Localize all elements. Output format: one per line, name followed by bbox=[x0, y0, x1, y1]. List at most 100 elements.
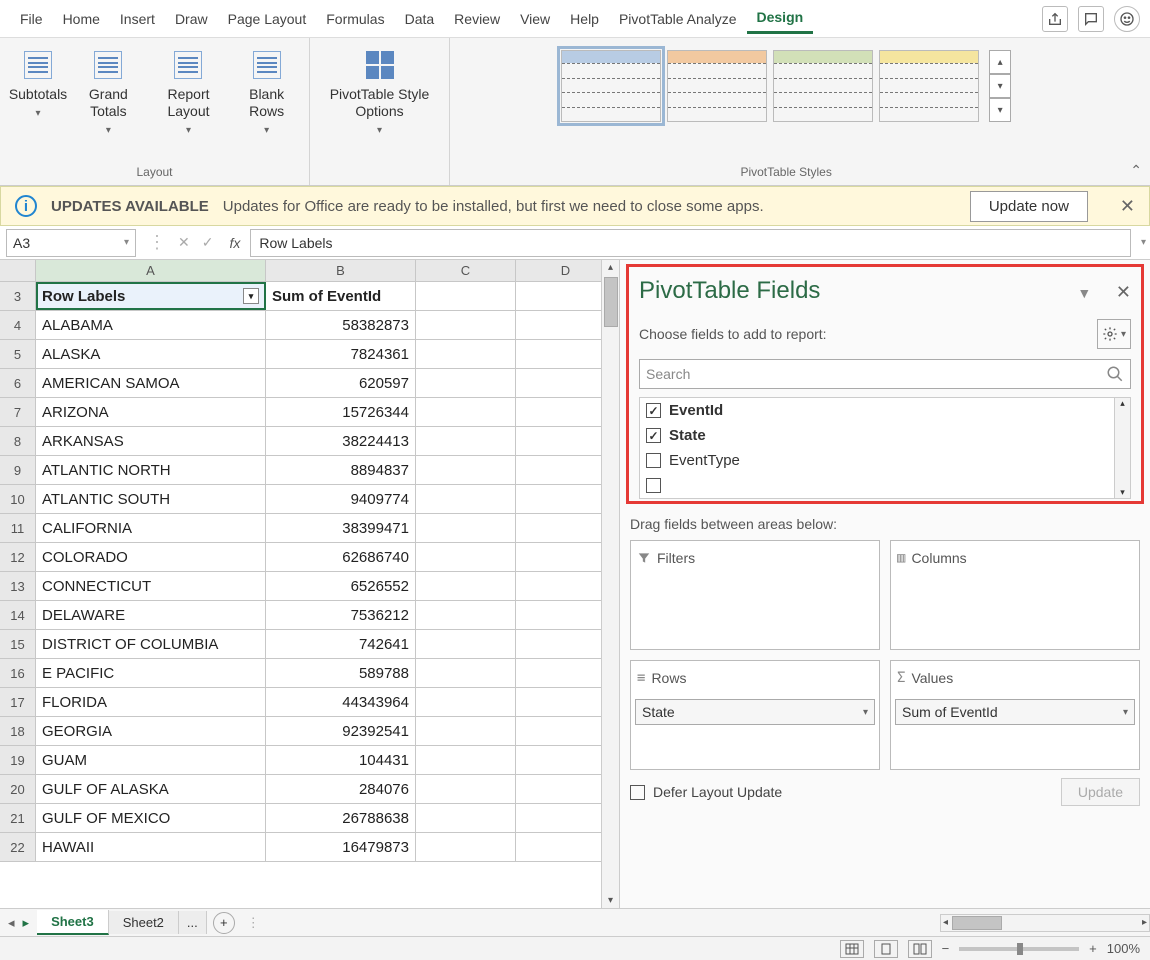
tab-data[interactable]: Data bbox=[395, 5, 445, 33]
cell[interactable] bbox=[416, 630, 516, 658]
smiley-icon[interactable] bbox=[1114, 6, 1140, 32]
row-header[interactable]: 4 bbox=[0, 311, 36, 339]
field-state[interactable]: ✓State bbox=[640, 423, 1130, 448]
cell[interactable]: 7824361 bbox=[266, 340, 416, 368]
row-header[interactable]: 19 bbox=[0, 746, 36, 774]
zoom-out-button[interactable]: − bbox=[942, 941, 950, 956]
row-header[interactable]: 16 bbox=[0, 659, 36, 687]
add-sheet-button[interactable]: + bbox=[213, 912, 235, 934]
cell[interactable] bbox=[416, 340, 516, 368]
subtotals-button[interactable]: Subtotals bbox=[8, 44, 68, 124]
tab-pivottable-analyze[interactable]: PivotTable Analyze bbox=[609, 5, 747, 33]
cell[interactable]: 8894837 bbox=[266, 456, 416, 484]
update-button[interactable]: Update bbox=[1061, 778, 1140, 806]
cell[interactable]: HAWAII bbox=[36, 833, 266, 861]
cell[interactable]: ARKANSAS bbox=[36, 427, 266, 455]
cancel-icon[interactable]: ✕ bbox=[172, 234, 196, 251]
hscroll-left-icon[interactable]: ◂ bbox=[941, 915, 950, 930]
pane-close-icon[interactable]: ✕ bbox=[1116, 282, 1131, 302]
cell[interactable] bbox=[416, 311, 516, 339]
style-options-button[interactable]: PivotTable Style Options bbox=[318, 44, 441, 141]
sheet-tab-sheet2[interactable]: Sheet2 bbox=[109, 911, 179, 934]
cell[interactable] bbox=[416, 456, 516, 484]
gallery-down-button[interactable]: ▾ bbox=[989, 74, 1011, 98]
filter-dropdown-icon[interactable]: ▾ bbox=[243, 288, 259, 304]
mini-scroll-up-icon[interactable]: ▴ bbox=[1120, 398, 1125, 409]
filters-area[interactable]: Filters bbox=[630, 540, 880, 650]
pane-settings-button[interactable] bbox=[1097, 319, 1131, 349]
page-layout-view-button[interactable] bbox=[874, 940, 898, 958]
checkbox-checked-icon[interactable]: ✓ bbox=[646, 403, 661, 418]
hscroll-right-icon[interactable]: ▸ bbox=[1140, 915, 1149, 930]
cell[interactable]: GULF OF MEXICO bbox=[36, 804, 266, 832]
sheet-tab-sheet3[interactable]: Sheet3 bbox=[37, 910, 109, 935]
row-header[interactable]: 18 bbox=[0, 717, 36, 745]
row-header[interactable]: 11 bbox=[0, 514, 36, 542]
row-header[interactable]: 20 bbox=[0, 775, 36, 803]
columns-area[interactable]: ▥Columns bbox=[890, 540, 1140, 650]
tab-home[interactable]: Home bbox=[53, 5, 110, 33]
tab-review[interactable]: Review bbox=[444, 5, 510, 33]
cell[interactable]: 38399471 bbox=[266, 514, 416, 542]
col-C[interactable]: C bbox=[416, 260, 516, 281]
col-B[interactable]: B bbox=[266, 260, 416, 281]
style-thumb-2[interactable] bbox=[667, 50, 767, 122]
defer-layout-checkbox[interactable]: Defer Layout Update bbox=[630, 784, 782, 800]
cell[interactable]: 620597 bbox=[266, 369, 416, 397]
vertical-scrollbar[interactable]: ▴ ▾ bbox=[601, 260, 619, 908]
field-more[interactable] bbox=[640, 473, 1130, 498]
row-header[interactable]: 14 bbox=[0, 601, 36, 629]
share-icon[interactable] bbox=[1042, 6, 1068, 32]
tab-file[interactable]: File bbox=[10, 5, 53, 33]
zoom-slider[interactable] bbox=[959, 947, 1079, 951]
cell[interactable] bbox=[416, 514, 516, 542]
cell[interactable] bbox=[416, 485, 516, 513]
grand-totals-button[interactable]: Grand Totals bbox=[72, 44, 145, 141]
pane-dropdown-icon[interactable]: ▼ bbox=[1077, 285, 1091, 301]
report-layout-button[interactable]: Report Layout bbox=[149, 44, 229, 141]
cell[interactable] bbox=[416, 804, 516, 832]
sheet-next-icon[interactable]: ▸ bbox=[23, 915, 30, 931]
mini-scroll-down-icon[interactable]: ▾ bbox=[1120, 487, 1125, 498]
hscroll-thumb[interactable] bbox=[952, 916, 1002, 930]
fields-scrollbar[interactable]: ▴▾ bbox=[1114, 398, 1130, 498]
cell[interactable]: 38224413 bbox=[266, 427, 416, 455]
cell[interactable]: ARIZONA bbox=[36, 398, 266, 426]
cell[interactable]: DISTRICT OF COLUMBIA bbox=[36, 630, 266, 658]
cell[interactable]: 92392541 bbox=[266, 717, 416, 745]
cell[interactable] bbox=[416, 688, 516, 716]
cell[interactable] bbox=[416, 717, 516, 745]
checkbox-icon[interactable] bbox=[630, 785, 645, 800]
row-header[interactable]: 6 bbox=[0, 369, 36, 397]
row-field-chip[interactable]: State bbox=[635, 699, 875, 725]
row-header[interactable]: 17 bbox=[0, 688, 36, 716]
select-all-corner[interactable] bbox=[0, 260, 36, 281]
formula-expand-icon[interactable]: ▾ bbox=[1137, 237, 1150, 248]
cell[interactable]: FLORIDA bbox=[36, 688, 266, 716]
cell[interactable]: AMERICAN SAMOA bbox=[36, 369, 266, 397]
cell-B3[interactable]: Sum of EventId bbox=[266, 282, 416, 310]
row-header[interactable]: 10 bbox=[0, 485, 36, 513]
field-eventid[interactable]: ✓EventId bbox=[640, 398, 1130, 423]
gallery-up-button[interactable]: ▴ bbox=[989, 50, 1011, 74]
tab-insert[interactable]: Insert bbox=[110, 5, 165, 33]
cell[interactable]: 7536212 bbox=[266, 601, 416, 629]
cell[interactable]: ALASKA bbox=[36, 340, 266, 368]
cell[interactable]: ATLANTIC SOUTH bbox=[36, 485, 266, 513]
cell[interactable]: GULF OF ALASKA bbox=[36, 775, 266, 803]
cell[interactable]: CONNECTICUT bbox=[36, 572, 266, 600]
zoom-level[interactable]: 100% bbox=[1107, 941, 1140, 956]
cell[interactable]: E PACIFIC bbox=[36, 659, 266, 687]
tab-draw[interactable]: Draw bbox=[165, 5, 218, 33]
horizontal-scrollbar[interactable]: ◂ ▸ bbox=[940, 914, 1150, 932]
cell[interactable]: GEORGIA bbox=[36, 717, 266, 745]
row-header[interactable]: 15 bbox=[0, 630, 36, 658]
scroll-thumb[interactable] bbox=[604, 277, 618, 327]
cell[interactable] bbox=[416, 833, 516, 861]
cell[interactable]: GUAM bbox=[36, 746, 266, 774]
cell[interactable] bbox=[416, 543, 516, 571]
page-break-view-button[interactable] bbox=[908, 940, 932, 958]
style-thumb-3[interactable] bbox=[773, 50, 873, 122]
cell[interactable] bbox=[416, 427, 516, 455]
cell[interactable]: CALIFORNIA bbox=[36, 514, 266, 542]
